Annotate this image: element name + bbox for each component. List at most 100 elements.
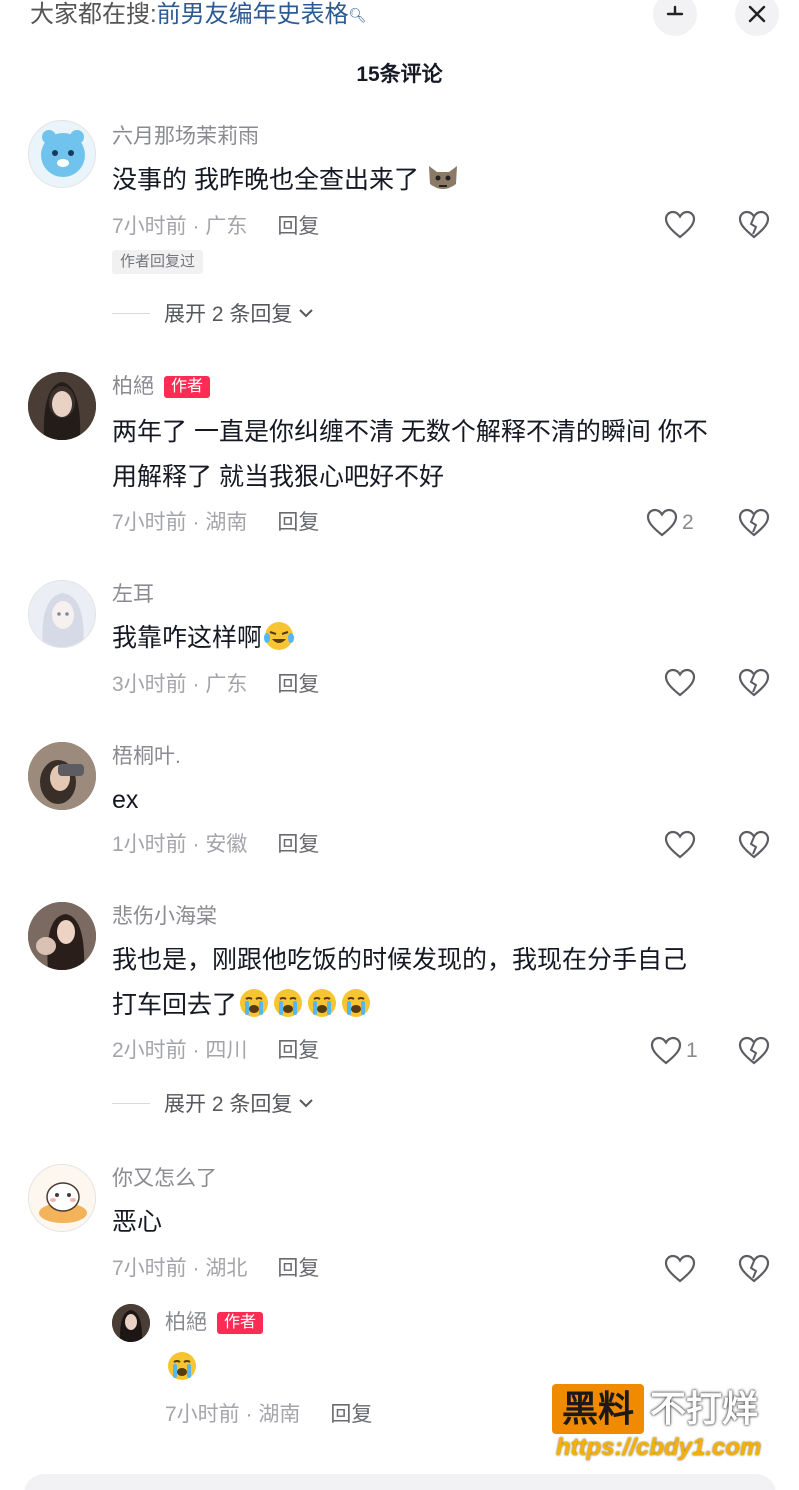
search-keyword[interactable]: 前男友编年史表格 — [157, 1, 349, 28]
expand-replies-label: 展开 2 条回复 — [164, 1093, 293, 1116]
comment-time-location: 1小时前 · 安徽 — [112, 833, 248, 856]
comment-time-location: 7小时前 · 湖北 — [112, 1257, 248, 1280]
crying-emoji-icon — [305, 987, 339, 1019]
dislike-button[interactable] — [738, 508, 770, 543]
reply-button[interactable]: 回复 — [277, 511, 319, 534]
dislike-button[interactable] — [738, 1036, 770, 1071]
avatar[interactable] — [28, 742, 96, 810]
like-button[interactable] — [664, 830, 696, 860]
watermark-text: 不打烊 — [650, 1388, 759, 1429]
username-text: 柏絕 — [112, 375, 154, 398]
broken-heart-icon — [738, 668, 770, 697]
dislike-button[interactable] — [738, 210, 770, 245]
chevron-down-icon — [299, 309, 314, 318]
like-count: 2 — [682, 511, 694, 534]
watermark-logo-box: 黑料 — [552, 1384, 644, 1434]
like-button[interactable] — [664, 668, 696, 698]
crying-emoji-icon — [165, 1350, 199, 1382]
comment-input-bar[interactable] — [24, 1474, 776, 1490]
broken-heart-icon — [738, 508, 770, 537]
watermark: 黑料 不打烊 https://cbdy1.com — [552, 1384, 792, 1466]
search-suggestion[interactable]: 大家都在搜:前男友编年史表格🔍︎ — [30, 0, 366, 30]
heart-icon — [664, 210, 696, 239]
comment-text-content: 我靠咋这样啊 — [112, 624, 263, 652]
broken-heart-icon — [738, 1036, 770, 1065]
like-count: 1 — [686, 1039, 698, 1062]
reply-button[interactable]: 回复 — [277, 1257, 319, 1280]
reply-button[interactable]: 回复 — [277, 833, 319, 856]
comment-text: 我靠咋这样啊 — [112, 616, 772, 661]
avatar[interactable] — [28, 902, 96, 970]
watermark-url: https://cbdy1.com — [556, 1434, 762, 1461]
crying-emoji-icon — [237, 987, 271, 1019]
comment-text-line: 用解释了 就当我狠心吧好不好 — [112, 463, 444, 491]
expand-replies-label: 展开 2 条回复 — [164, 303, 293, 326]
wolf-emoji-icon — [426, 162, 460, 194]
comment-text: ex — [112, 778, 772, 823]
comment-meta: 7小时前 · 湖南 回复 — [112, 510, 319, 536]
author-tag: 作者 — [164, 376, 211, 398]
broken-heart-icon — [738, 830, 770, 859]
comment-username[interactable]: 六月那场茉莉雨 — [112, 124, 259, 150]
heart-icon — [664, 1254, 696, 1283]
comment-text: 没事的 我昨晚也全查出来了 — [112, 158, 772, 203]
close-icon — [748, 5, 766, 23]
username-text: 柏絕 — [165, 1311, 207, 1334]
comment-text: 恶心 — [112, 1200, 772, 1245]
search-prefix: 大家都在搜: — [30, 1, 157, 28]
comment-text-line: 两年了 一直是你纠缠不清 无数个解释不清的瞬间 你不 — [112, 418, 708, 446]
expand-replies-button[interactable]: 展开 2 条回复 — [112, 298, 314, 328]
top-bar: 大家都在搜:前男友编年史表格🔍︎ — [0, 0, 799, 40]
divider — [112, 1102, 150, 1104]
comment-text-content: 恶心 — [112, 1208, 163, 1236]
comment-time-location: 7小时前 · 广东 — [112, 215, 248, 238]
comment-time-location: 2小时前 · 四川 — [112, 1039, 248, 1062]
avatar[interactable] — [28, 1164, 96, 1232]
dislike-button[interactable] — [738, 668, 770, 703]
crying-emoji-icon — [339, 987, 373, 1019]
reply-button[interactable]: 回复 — [277, 1039, 319, 1062]
collapse-icon — [666, 5, 684, 16]
heart-icon — [646, 508, 678, 537]
comment-text-content: ex — [112, 786, 139, 814]
comment-text-content: 打车回去了 — [112, 991, 238, 1019]
collapse-button[interactable] — [653, 0, 697, 36]
reply-button[interactable]: 回复 — [277, 215, 319, 238]
like-button[interactable] — [664, 210, 696, 240]
comment-time-location: 7小时前 · 湖南 — [112, 511, 248, 534]
like-button[interactable] — [664, 1254, 696, 1284]
crying-emoji-icon — [271, 987, 305, 1019]
avatar[interactable] — [28, 372, 96, 440]
comment-username[interactable]: 你又怎么了 — [112, 1166, 217, 1192]
comment-time-location: 3小时前 · 广东 — [112, 673, 248, 696]
comment-text-line: 我也是，刚跟他吃饭的时候发现的，我现在分手自己 — [112, 946, 688, 974]
comment-username[interactable]: 悲伤小海棠 — [112, 904, 217, 930]
author-replied-badge: 作者回复过 — [112, 250, 204, 274]
comment-text: 两年了 一直是你纠缠不清 无数个解释不清的瞬间 你不 用解释了 就当我狠心吧好不… — [112, 410, 772, 500]
avatar[interactable] — [28, 580, 96, 648]
reply-username[interactable]: 柏絕 作者 — [165, 1310, 264, 1336]
like-button[interactable]: 1 — [650, 1036, 698, 1066]
reply-button[interactable]: 回复 — [330, 1403, 372, 1426]
comment-text-line: 打车回去了 — [112, 983, 772, 1028]
heart-icon — [664, 668, 696, 697]
heart-icon — [664, 830, 696, 859]
comments-count: 15条评论 — [356, 63, 443, 86]
comment-meta: 2小时前 · 四川 回复 — [112, 1038, 319, 1064]
dislike-button[interactable] — [738, 830, 770, 865]
like-button[interactable]: 2 — [646, 508, 694, 538]
comment-username[interactable]: 左耳 — [112, 582, 154, 608]
comment-username[interactable]: 梧桐叶. — [112, 744, 181, 770]
comment-text: 我也是，刚跟他吃饭的时候发现的，我现在分手自己 打车回去了 — [112, 938, 772, 1028]
crying-laughing-emoji-icon — [262, 620, 296, 652]
avatar[interactable] — [112, 1304, 150, 1342]
expand-replies-button[interactable]: 展开 2 条回复 — [112, 1088, 314, 1118]
reply-button[interactable]: 回复 — [277, 673, 319, 696]
comment-meta: 7小时前 · 广东 回复 — [112, 214, 319, 240]
avatar[interactable] — [28, 120, 96, 188]
dislike-button[interactable] — [738, 1254, 770, 1289]
comment-meta: 7小时前 · 湖北 回复 — [112, 1256, 319, 1282]
comment-username[interactable]: 柏絕 作者 — [112, 374, 211, 400]
close-button[interactable] — [735, 0, 779, 36]
reply-meta: 7小时前 · 湖南 回复 — [165, 1402, 372, 1428]
